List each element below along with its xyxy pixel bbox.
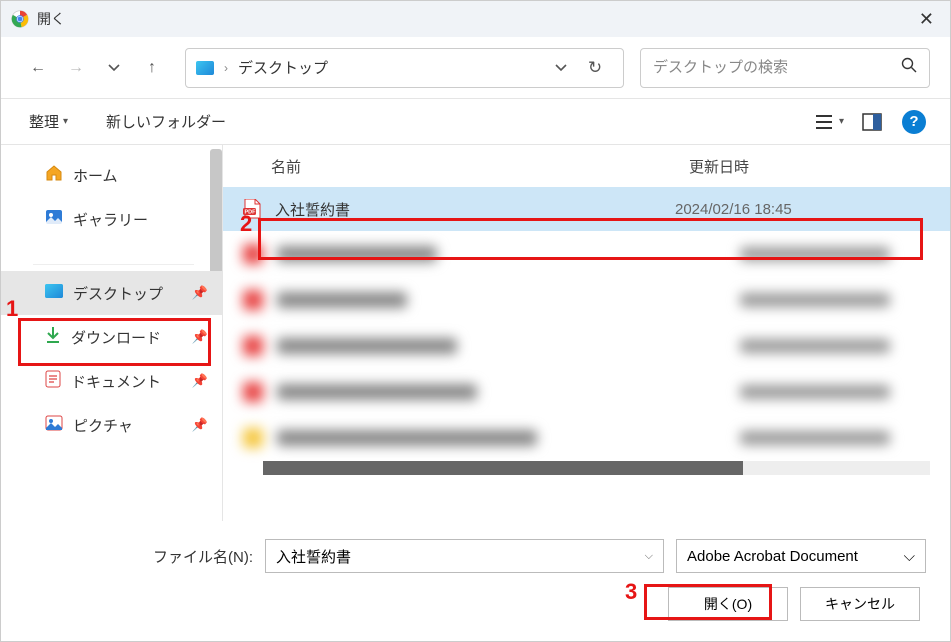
- pin-icon: 📌: [192, 285, 208, 301]
- file-row-blurred: [223, 323, 950, 369]
- forward-button[interactable]: →: [59, 51, 93, 85]
- breadcrumb-location: デスクトップ: [238, 57, 545, 78]
- sidebar-item-home[interactable]: ホーム: [1, 153, 222, 197]
- chevron-down-icon[interactable]: [555, 61, 567, 75]
- sidebar-item-documents[interactable]: ドキュメント 📌: [1, 359, 222, 403]
- file-date: 2024/02/16 18:45: [675, 201, 792, 218]
- pin-icon: 📌: [192, 329, 208, 345]
- close-button[interactable]: ✕: [913, 9, 940, 30]
- window-title: 開く: [37, 9, 913, 29]
- chevron-down-icon[interactable]: ⌵: [645, 550, 653, 563]
- sidebar-item-desktop[interactable]: デスクトップ 📌: [1, 271, 222, 315]
- organize-menu[interactable]: 整理▾: [21, 107, 76, 136]
- column-name[interactable]: 名前: [271, 156, 689, 177]
- horizontal-scrollbar[interactable]: [263, 461, 930, 475]
- up-button[interactable]: ↑: [135, 51, 169, 85]
- recent-dropdown[interactable]: [97, 51, 131, 85]
- sidebar-item-gallery[interactable]: ギャラリー: [1, 197, 222, 241]
- column-date[interactable]: 更新日時: [689, 156, 950, 177]
- filetype-select[interactable]: Adobe Acrobat Document ⌵: [676, 539, 926, 573]
- chrome-icon: [11, 10, 29, 28]
- view-menu[interactable]: ▾: [814, 106, 846, 138]
- document-icon: [45, 370, 61, 392]
- file-name: 入社誓約書: [275, 199, 675, 220]
- breadcrumb[interactable]: › デスクトップ ↻: [185, 48, 624, 88]
- search-box[interactable]: [640, 48, 930, 88]
- help-button[interactable]: ?: [898, 106, 930, 138]
- file-list-header[interactable]: 名前 更新日時: [223, 145, 950, 187]
- desktop-icon: [196, 61, 214, 75]
- file-row[interactable]: PDF 入社誓約書 2024/02/16 18:45: [223, 187, 950, 231]
- search-input[interactable]: [653, 59, 901, 76]
- preview-toggle[interactable]: [856, 106, 888, 138]
- file-row-blurred: [223, 369, 950, 415]
- download-icon: [45, 326, 61, 348]
- gallery-icon: [45, 208, 63, 230]
- pin-icon: 📌: [192, 373, 208, 389]
- sidebar-item-downloads[interactable]: ダウンロード 📌: [1, 315, 222, 359]
- cancel-button[interactable]: キャンセル: [800, 587, 920, 621]
- new-folder-button[interactable]: 新しいフォルダー: [98, 107, 234, 136]
- chevron-down-icon[interactable]: ⌵: [904, 548, 915, 565]
- refresh-button[interactable]: ↻: [577, 58, 613, 78]
- search-icon[interactable]: [901, 57, 917, 78]
- desktop-icon: [45, 284, 63, 302]
- file-row-blurred: [223, 415, 950, 461]
- file-row-blurred: [223, 231, 950, 277]
- svg-text:PDF: PDF: [245, 210, 257, 216]
- home-icon: [45, 164, 63, 186]
- open-button[interactable]: 開く(O): [668, 587, 788, 621]
- pdf-icon: PDF: [243, 199, 261, 219]
- pin-icon: 📌: [192, 417, 208, 433]
- file-row-blurred: [223, 277, 950, 323]
- chevron-right-icon: ›: [224, 61, 228, 75]
- back-button[interactable]: ←: [21, 51, 55, 85]
- filename-label: ファイル名(N):: [153, 546, 253, 567]
- sidebar-item-pictures[interactable]: ピクチャ 📌: [1, 403, 222, 447]
- filename-input[interactable]: 入社誓約書 ⌵: [265, 539, 664, 573]
- pictures-icon: [45, 415, 63, 435]
